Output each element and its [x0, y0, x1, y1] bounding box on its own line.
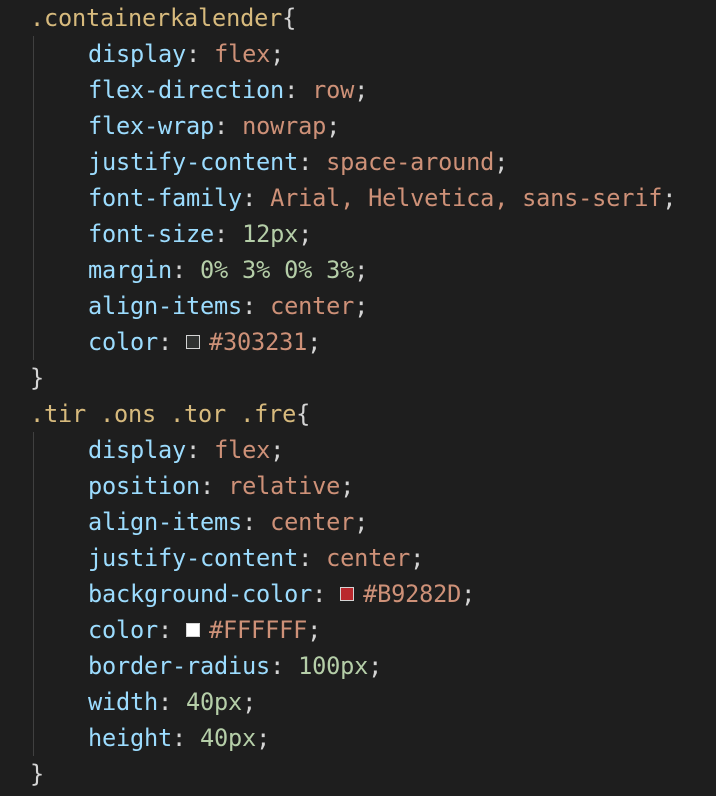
css-property: border-radius: [88, 652, 271, 680]
code-line-17[interactable]: background-color: #B9282D;: [88, 576, 475, 612]
css-value: space-around: [326, 148, 495, 176]
color-swatch[interactable]: [186, 622, 201, 637]
css-property: display: [88, 40, 187, 68]
css-property: justify-content: [88, 544, 299, 572]
open-brace: {: [296, 400, 311, 428]
css-property: align-items: [88, 508, 243, 536]
css-property: justify-content: [88, 148, 299, 176]
code-line-22[interactable]: }: [30, 756, 44, 792]
code-line-9[interactable]: align-items: center;: [88, 288, 368, 324]
code-line-18[interactable]: color: #FFFFFF;: [88, 612, 321, 648]
css-value: 100px: [298, 652, 369, 680]
css-value: Arial, Helvetica, sans-serif: [270, 184, 663, 212]
css-value: flex: [214, 436, 271, 464]
css-property: background-color: [88, 580, 313, 608]
css-value: row: [312, 76, 355, 104]
css-value: 12px: [242, 220, 299, 248]
css-property: margin: [88, 256, 173, 284]
css-value: #B9282D: [363, 580, 462, 608]
code-line-21[interactable]: height: 40px;: [88, 720, 270, 756]
code-line-15[interactable]: align-items: center;: [88, 504, 368, 540]
css-value: center: [326, 544, 411, 572]
css-value: #303231: [209, 328, 308, 356]
css-value: 40px: [200, 724, 257, 752]
code-line-13[interactable]: display: flex;: [88, 432, 284, 468]
css-property: font-size: [88, 220, 215, 248]
css-value: center: [270, 508, 355, 536]
css-property: height: [88, 724, 173, 752]
code-line-5[interactable]: justify-content: space-around;: [88, 144, 508, 180]
code-line-6[interactable]: font-family: Arial, Helvetica, sans-seri…: [88, 180, 676, 216]
css-property: flex-wrap: [88, 112, 215, 140]
css-property: font-family: [88, 184, 243, 212]
css-selector: .containerkalender: [30, 4, 283, 32]
css-property: flex-direction: [88, 76, 285, 104]
indent-guide-block2: [33, 432, 34, 756]
code-line-12[interactable]: .tir .ons .tor .fre{: [30, 396, 310, 432]
css-property: display: [88, 436, 187, 464]
css-value: 0% 3% 0% 3%: [200, 256, 355, 284]
indent-guide-block1: [33, 36, 34, 360]
code-line-4[interactable]: flex-wrap: nowrap;: [88, 108, 340, 144]
css-value: nowrap: [242, 112, 327, 140]
code-line-3[interactable]: flex-direction: row;: [88, 72, 368, 108]
css-property: color: [88, 328, 159, 356]
css-property: position: [88, 472, 201, 500]
close-brace: }: [30, 760, 45, 788]
code-line-11[interactable]: }: [30, 360, 44, 396]
close-brace: }: [30, 364, 45, 392]
css-value: center: [270, 292, 355, 320]
css-value: #FFFFFF: [209, 616, 308, 644]
css-value: relative: [228, 472, 341, 500]
css-property: align-items: [88, 292, 243, 320]
color-swatch[interactable]: [340, 586, 355, 601]
code-line-8[interactable]: margin: 0% 3% 0% 3%;: [88, 252, 368, 288]
code-editor[interactable]: .containerkalender{ display: flex; flex-…: [0, 0, 716, 796]
css-selector: .tir .ons .tor .fre: [30, 400, 297, 428]
code-line-19[interactable]: border-radius: 100px;: [88, 648, 382, 684]
css-value: 40px: [186, 688, 243, 716]
open-brace: {: [282, 4, 297, 32]
code-line-14[interactable]: position: relative;: [88, 468, 354, 504]
code-line-16[interactable]: justify-content: center;: [88, 540, 424, 576]
code-line-1[interactable]: .containerkalender{: [30, 0, 296, 36]
css-value: flex: [214, 40, 271, 68]
color-swatch[interactable]: [186, 334, 201, 349]
css-property: color: [88, 616, 159, 644]
code-line-10[interactable]: color: #303231;: [88, 324, 321, 360]
css-property: width: [88, 688, 159, 716]
code-line-2[interactable]: display: flex;: [88, 36, 284, 72]
code-line-7[interactable]: font-size: 12px;: [88, 216, 312, 252]
code-line-20[interactable]: width: 40px;: [88, 684, 256, 720]
